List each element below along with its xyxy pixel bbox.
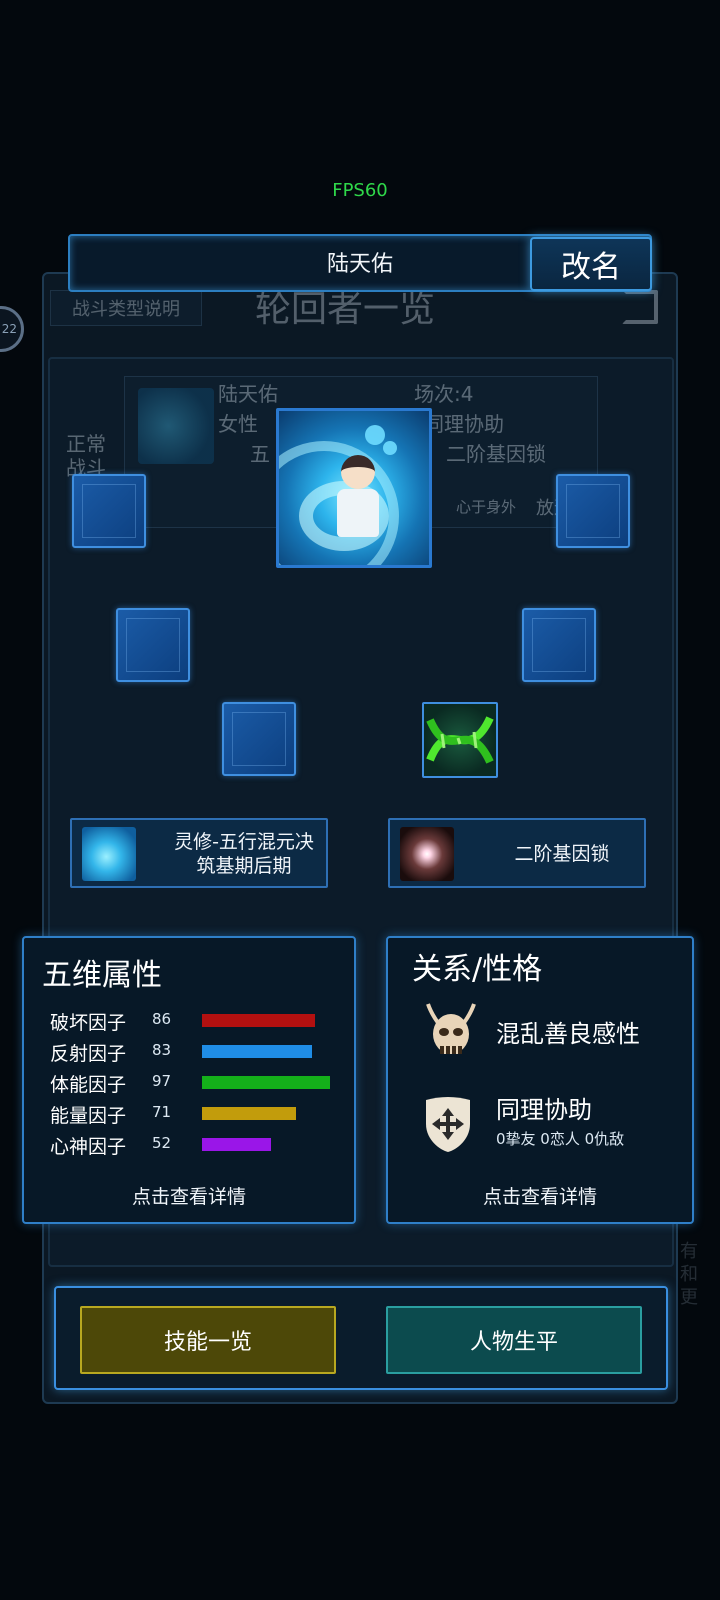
underlying-avatar xyxy=(138,388,214,464)
underlying-mind: 心于身外 xyxy=(456,498,517,516)
character-biography-button[interactable]: 人物生平 xyxy=(386,1306,642,1374)
shield-cross-icon xyxy=(422,1094,474,1154)
trait-label: 同理协助 xyxy=(496,1096,592,1124)
personality-label: 混乱善良感性 xyxy=(496,1020,640,1048)
rename-button[interactable]: 改名 xyxy=(530,237,652,291)
character-portrait[interactable] xyxy=(276,408,432,568)
equipment-slot[interactable] xyxy=(556,474,630,548)
stat-value-energy: 71 xyxy=(152,1103,172,1121)
attributes-detail-link[interactable]: 点击查看详情 xyxy=(24,1182,354,1209)
equipment-slot[interactable] xyxy=(116,608,190,682)
equipment-slot[interactable] xyxy=(72,474,146,548)
attributes-panel: 五维属性 破坏因子 86 反射因子 83 体能因子 97 能量因子 71 心神因… xyxy=(22,936,356,1224)
equipment-slot[interactable] xyxy=(222,702,296,776)
stat-name-reflex: 反射因子 xyxy=(50,1043,127,1065)
social-summary: 0挚友 0恋人 0仇敌 xyxy=(496,1130,625,1148)
underlying-session: 场次:4 xyxy=(414,382,474,406)
underlying-name: 陆天佑 xyxy=(218,382,278,406)
cultivation-skill[interactable]: 灵修-五行混元决 筑基期后期 xyxy=(70,818,328,888)
battle-status: 正常战斗 xyxy=(66,432,106,480)
skills-list-button[interactable]: 技能一览 xyxy=(80,1306,336,1374)
star-burst-icon xyxy=(400,827,454,881)
underlying-trait: 同理协助 xyxy=(424,412,504,436)
stat-name-physical: 体能因子 xyxy=(50,1074,127,1096)
stat-name-energy: 能量因子 xyxy=(50,1105,127,1127)
relations-panel: 关系/性格 混乱善良感性 同理协助 0挚友 0恋人 0仇敌 点击查看详情 xyxy=(386,936,694,1224)
underlying-gene: 二阶基因锁 xyxy=(446,442,546,466)
character-head xyxy=(341,455,375,489)
stat-name-destruction: 破坏因子 xyxy=(50,1012,127,1034)
stat-value-mind: 52 xyxy=(152,1134,172,1152)
stat-bar-energy xyxy=(202,1107,296,1120)
attributes-title: 五维属性 xyxy=(42,958,162,993)
battle-type-tab: 战斗类型说明 xyxy=(50,290,202,326)
underlying-gender: 女性 xyxy=(218,412,258,436)
stat-value-destruction: 86 xyxy=(152,1010,172,1028)
stat-bar-reflex xyxy=(202,1045,312,1058)
stat-name-mind: 心神因子 xyxy=(50,1136,127,1158)
skill-level: 筑基期后期 xyxy=(196,855,292,877)
edge-faded-text: 有和更 xyxy=(680,1241,698,1308)
fps-counter: FPS60 xyxy=(332,180,388,201)
gene-lock-skill[interactable]: 二阶基因锁 xyxy=(388,818,646,888)
relations-detail-link[interactable]: 点击查看详情 xyxy=(388,1182,692,1209)
spirit-swirl-icon xyxy=(82,827,136,881)
back-icon xyxy=(622,290,658,324)
stat-bar-physical xyxy=(202,1076,330,1089)
character-figure xyxy=(337,489,379,537)
equipment-slot[interactable] xyxy=(522,608,596,682)
relations-title: 关系/性格 xyxy=(412,952,543,987)
gene-lock-label: 二阶基因锁 xyxy=(514,843,610,865)
demon-skull-icon xyxy=(424,1002,478,1064)
underlying-element: 五 xyxy=(250,442,270,466)
stat-bar-mind xyxy=(202,1138,271,1151)
stat-value-reflex: 83 xyxy=(152,1041,172,1059)
stat-value-physical: 97 xyxy=(152,1072,172,1090)
stat-bar-destruction xyxy=(202,1014,315,1027)
side-badge[interactable]: 22 xyxy=(0,306,24,352)
dna-gene-icon[interactable] xyxy=(422,702,498,778)
skill-name: 灵修-五行混元决 xyxy=(174,831,314,853)
